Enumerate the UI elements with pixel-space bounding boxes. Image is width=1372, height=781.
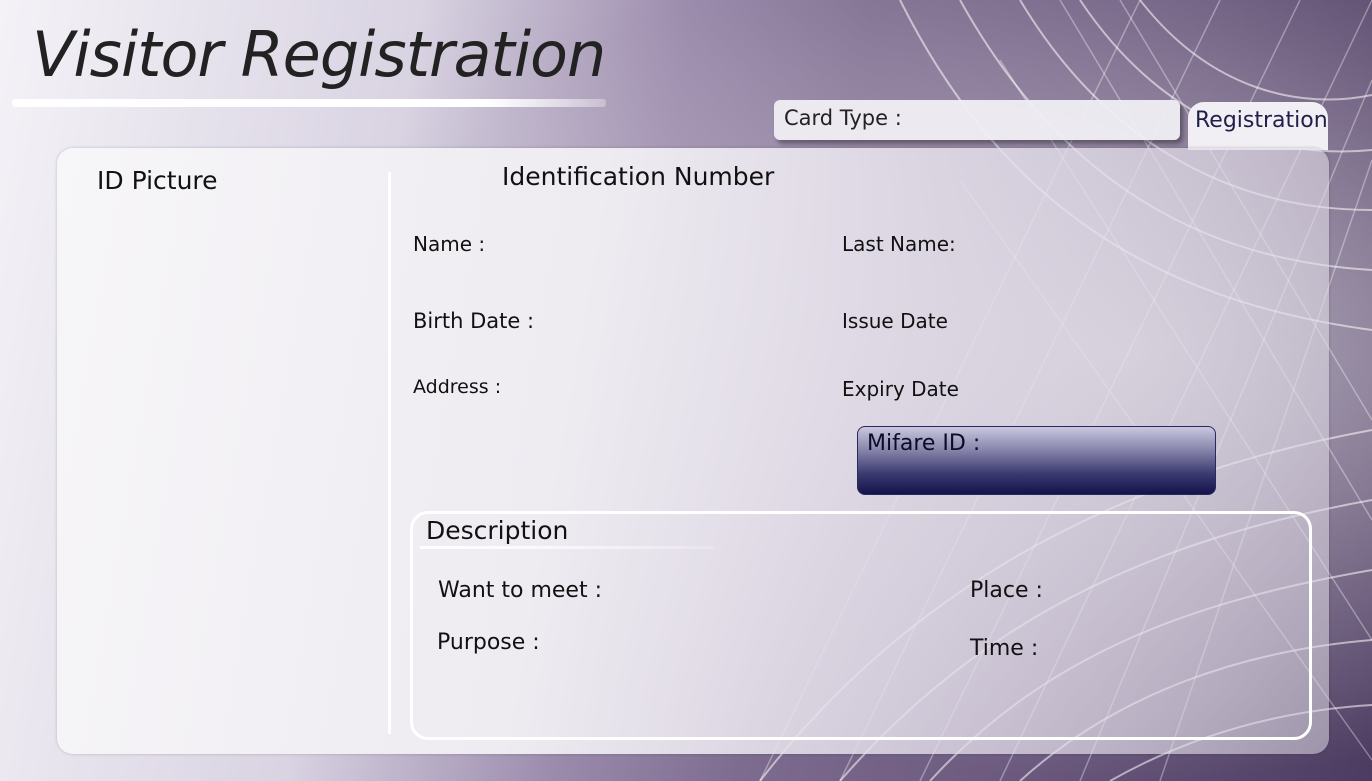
name-label: Name : bbox=[413, 232, 486, 256]
issue-date-label: Issue Date bbox=[842, 309, 948, 333]
purpose-label: Purpose : bbox=[437, 630, 540, 655]
mifare-id-field[interactable]: Mifare ID : bbox=[857, 426, 1216, 495]
birth-date-label: Birth Date : bbox=[413, 309, 535, 333]
time-label: Time : bbox=[970, 636, 1039, 661]
place-label: Place : bbox=[970, 578, 1043, 603]
title-underline bbox=[12, 99, 606, 107]
expiry-date-label: Expiry Date bbox=[842, 377, 959, 401]
id-picture-label: ID Picture bbox=[97, 166, 218, 195]
description-underline bbox=[420, 546, 714, 549]
tab-registration[interactable]: Registration bbox=[1188, 102, 1328, 150]
card-type-field[interactable]: Card Type : bbox=[774, 100, 1180, 140]
last-name-label: Last Name: bbox=[842, 232, 956, 256]
description-title: Description bbox=[426, 516, 569, 545]
page-title: Visitor Registration bbox=[32, 18, 606, 91]
panel-divider bbox=[388, 172, 391, 734]
address-label: Address : bbox=[413, 376, 502, 398]
identification-number-label: Identification Number bbox=[502, 162, 775, 191]
want-to-meet-label: Want to meet : bbox=[438, 578, 603, 603]
